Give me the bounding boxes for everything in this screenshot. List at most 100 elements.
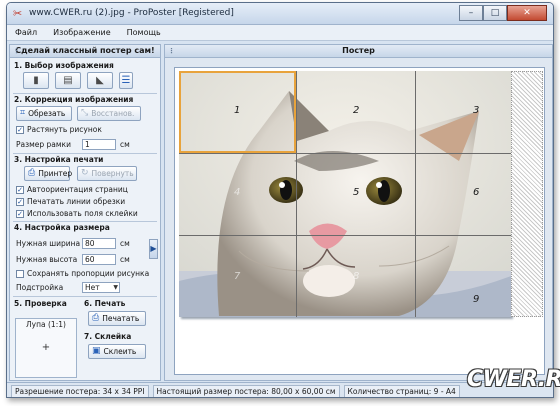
print-label: Печатать [102, 314, 140, 323]
image-properties-button[interactable]: ☰ [119, 72, 133, 89]
glue-margins-label: Использовать поля склейки [27, 209, 138, 218]
grip-icon[interactable]: ⋮ [168, 48, 175, 55]
crop-label: Обрезать [28, 109, 66, 118]
keep-ratio-checkbox[interactable]: Сохранять пропорции рисунка [16, 269, 149, 278]
close-button[interactable]: ✕ [507, 5, 547, 21]
minimize-button[interactable]: – [459, 5, 483, 21]
section-correction: 2. Коррекция изображения [14, 95, 134, 104]
title-bar: ✂ www.CWER.ru (2).jpg - ProPoster [Regis… [7, 3, 553, 25]
open-file-button[interactable]: ▮ [23, 72, 49, 89]
grip-icon[interactable]: ⋮ [13, 48, 20, 55]
height-label: Нужная высота [16, 255, 78, 264]
auto-orientation-checkbox[interactable]: ✓ Автоориентация страниц [16, 185, 128, 194]
divider [13, 93, 157, 94]
page-number[interactable]: 9 [473, 294, 479, 305]
print-button[interactable]: ⎙ Печатать [88, 311, 146, 326]
open-file-icon: ▮ [33, 75, 39, 86]
section-select-image: 1. Выбор изображения [14, 61, 114, 70]
page-number[interactable]: 4 [234, 187, 240, 198]
watermark-logo: CWER.RU [467, 367, 560, 392]
cut-line [415, 71, 416, 317]
rotate-label: Повернуть [91, 169, 134, 178]
window-title: www.CWER.ru (2).jpg - ProPoster [Registe… [29, 8, 234, 18]
auto-orientation-label: Автоориентация страниц [27, 185, 128, 194]
divider [13, 153, 157, 154]
loupe-preview: Лупа (1:1) + [15, 318, 77, 378]
cut-line [296, 71, 297, 317]
cut-line [179, 153, 511, 154]
crosshair-icon: + [41, 342, 51, 353]
fit-select[interactable]: Нет ▼ [82, 282, 120, 293]
settings-panel-title: Сделай классный постер сам! [15, 46, 155, 55]
width-input[interactable]: 80 [82, 238, 116, 249]
height-input[interactable]: 60 [82, 254, 116, 265]
frame-size-input[interactable]: 1 [82, 139, 116, 150]
menu-help[interactable]: Помощь [119, 28, 169, 37]
chevron-down-icon: ▼ [113, 284, 118, 291]
apply-size-button[interactable]: ▶ [149, 239, 158, 259]
checkbox-checked-icon: ✓ [16, 209, 24, 218]
loupe-title: Лупа (1:1) [26, 320, 66, 329]
menu-bar: Файл Изображение Помощь [7, 25, 553, 41]
print-cut-lines-label: Печатать линии обрезки [27, 197, 126, 206]
menu-file[interactable]: Файл [7, 28, 45, 37]
page-number[interactable]: 3 [473, 105, 479, 116]
keep-ratio-label: Сохранять пропорции рисунка [27, 269, 150, 278]
stretch-checkbox[interactable]: ✓ Растянуть рисунок [16, 125, 102, 134]
divider [13, 221, 157, 222]
checkbox-checked-icon: ✓ [16, 125, 24, 134]
section-print: 6. Печать [84, 299, 126, 308]
paste-button[interactable]: ▤ [55, 72, 81, 89]
restore-label: Восстанов. [91, 109, 135, 118]
restore-icon: ⤡ [81, 108, 89, 118]
printer-button[interactable]: ⎙ Принтер [24, 166, 72, 181]
height-unit: см [120, 255, 130, 264]
page-number[interactable]: 1 [234, 105, 240, 116]
page-number[interactable]: 6 [473, 187, 479, 198]
arrow-right-icon: ▶ [150, 244, 157, 253]
page-number[interactable]: 8 [353, 271, 359, 282]
frame-size-label: Размер рамки [16, 140, 71, 149]
maximize-button[interactable]: □ [483, 5, 507, 21]
glue-button[interactable]: ▣ Склеить [88, 344, 146, 359]
page-number[interactable]: 5 [353, 187, 359, 198]
rotate-button[interactable]: ↻ Повернуть [77, 166, 137, 181]
settings-panel-header: ⋮ Сделай классный постер сам! [10, 45, 160, 58]
crop-icon: ⌗ [20, 108, 26, 118]
divider [13, 296, 157, 297]
status-actual-size: Настоящий размер постера: 80,00 x 60,00 … [152, 384, 340, 397]
section-glue: 7. Склейка [84, 332, 132, 341]
restore-button[interactable]: ⤡ Восстанов. [77, 106, 141, 121]
glue-icon: ▣ [92, 346, 101, 356]
print-cut-lines-checkbox[interactable]: ✓ Печатать линии обрезки [16, 197, 125, 206]
page-number[interactable]: 2 [353, 105, 359, 116]
poster-canvas[interactable]: 1 2 3 4 5 6 7 8 9 [174, 67, 545, 375]
app-logo-icon: ✂ [13, 7, 23, 20]
unused-page-area [511, 71, 543, 317]
frame-unit: см [120, 140, 130, 149]
crop-button[interactable]: ⌗ Обрезать [16, 106, 72, 121]
printer-icon: ⎙ [28, 168, 36, 178]
section-check: 5. Проверка [14, 299, 67, 308]
settings-panel: ⋮ Сделай классный постер сам! 1. Выбор и… [9, 44, 161, 381]
section-print-setup: 3. Настройка печати [14, 155, 104, 164]
poster-panel: ⋮ Постер 1 2 3 4 5 6 7 8 9 [164, 44, 553, 381]
clipboard-icon: ▤ [63, 75, 73, 86]
section-size-setup: 4. Настройка размера [14, 223, 110, 232]
fit-label: Подстройка [16, 283, 64, 292]
rotate-icon: ↻ [81, 168, 89, 178]
checkbox-unchecked-icon [16, 269, 24, 278]
glue-margins-checkbox[interactable]: ✓ Использовать поля склейки [16, 209, 138, 218]
page-number[interactable]: 7 [234, 271, 240, 282]
printer-icon: ⎙ [92, 313, 100, 323]
cut-line [179, 235, 511, 236]
status-page-count: Количество страниц: 9 - A4 [343, 384, 460, 397]
menu-image[interactable]: Изображение [45, 28, 119, 37]
scanner-button[interactable]: ◣ [87, 72, 113, 89]
stretch-label: Растянуть рисунок [27, 125, 102, 134]
scanner-icon: ◣ [96, 75, 104, 86]
width-label: Нужная ширина [16, 239, 81, 248]
checkbox-checked-icon: ✓ [16, 185, 24, 194]
width-unit: см [120, 239, 130, 248]
status-resolution: Разрешение постера: 34 x 34 PPI [11, 384, 149, 397]
